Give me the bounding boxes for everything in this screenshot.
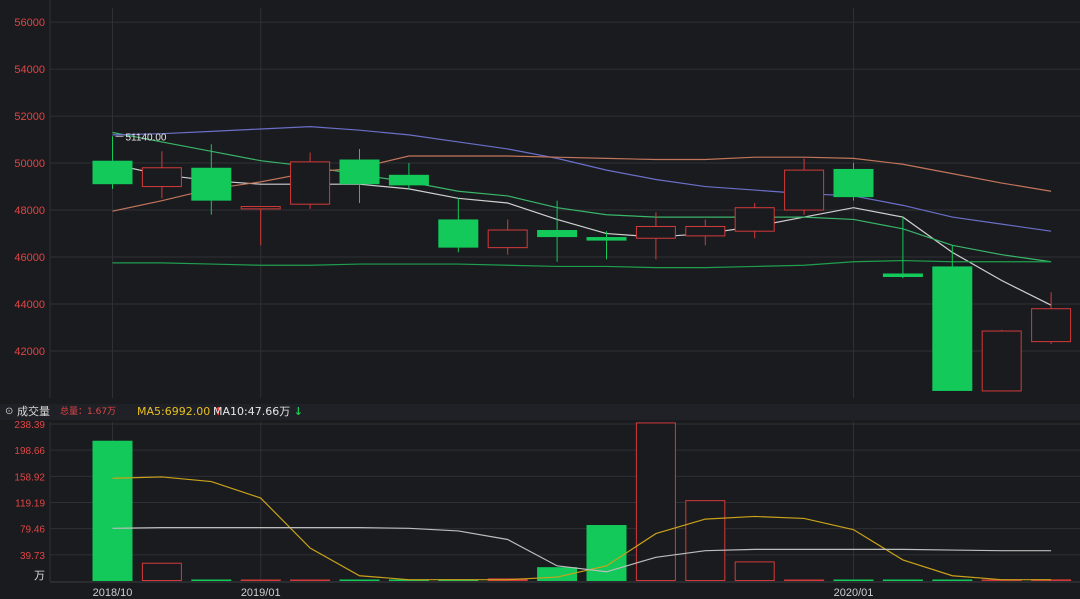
candle-body [339,159,380,185]
volume-unit-label: 万 [34,569,45,582]
volume-bar [141,562,182,581]
candle-body [635,225,676,239]
volume-bar [882,579,923,581]
price-tick-label: 52000 [14,111,45,123]
candle-body [438,219,479,248]
chart-background [0,0,1080,599]
price-tick-label: 56000 [14,17,45,29]
candle-body [240,206,281,210]
price-volume-chart[interactable]: 56000 54000 52000 50000 48000 46000 44000 42000… [0,0,1080,599]
candle [981,329,1022,392]
price-tick-label: 42000 [14,346,45,358]
candle-body [784,169,825,211]
ma10-down-arrow-icon: ↓ [293,405,303,418]
volume-bar [339,579,380,581]
volume-bar [833,579,874,581]
volume-tick-label: 198.66 [14,446,45,457]
volume-tick-label: 238.39 [14,420,45,431]
date-tick-label: 2018/10 [93,587,133,599]
candle-body [92,160,133,185]
volume-tick-label: 119.19 [15,499,45,510]
candle-body [685,225,726,237]
volume-bar [586,525,627,581]
price-tick-label: 46000 [14,252,45,264]
volume-bar [784,579,825,581]
volume-bar [240,579,281,581]
volume-tick-label: 79.46 [20,525,45,536]
candle-body [537,230,578,238]
candle-body [290,161,331,205]
volume-bar [734,561,775,582]
price-tick-label: 50000 [14,158,45,170]
volume-ma5-readout: MA5:6992.00 ↑ [137,404,223,420]
candle-body [734,207,775,232]
date-tick-label: 2020/01 [834,587,874,599]
price-tick-label: 48000 [14,205,45,217]
volume-ma10-readout: MA10:47.66万 ↓ [213,404,303,420]
volume-bar [191,579,232,581]
candle-body [833,168,874,198]
price-tick-label: 44000 [14,299,45,311]
candle [932,245,973,391]
volume-panel-header: ⊙ 成交量 总量：1.67万 MA5:6992.00 ↑ MA10:47.66万… [0,404,1080,420]
volume-label: 成交量 [17,405,50,418]
volume-toggle-icon[interactable]: ⊙ [5,404,13,420]
volume-ma10-value: MA10:47.66万 [213,405,291,418]
candle-body [981,330,1022,392]
candle-body [191,167,232,201]
volume-bar [932,579,973,581]
candle-body [882,273,923,278]
candle-body [1031,308,1072,343]
candle-body [388,174,429,186]
volume-bar [685,500,726,582]
volume-bar [290,579,331,581]
price-tick-label: 54000 [14,64,45,76]
volume-total: 总量：1.67万 [60,407,117,417]
candle-body [932,266,973,391]
volume-ma5-value: MA5:6992.00 [137,405,211,418]
candle-body [141,167,182,188]
volume-tick-label: 158.92 [14,472,45,483]
volume-bar [92,440,133,581]
candle-body [487,229,528,249]
volume-tick-label: 39.73 [20,551,45,562]
candle-body [586,237,627,241]
max-price-annotation: 51140.00 [126,132,167,143]
date-tick-label: 2019/01 [241,587,281,599]
